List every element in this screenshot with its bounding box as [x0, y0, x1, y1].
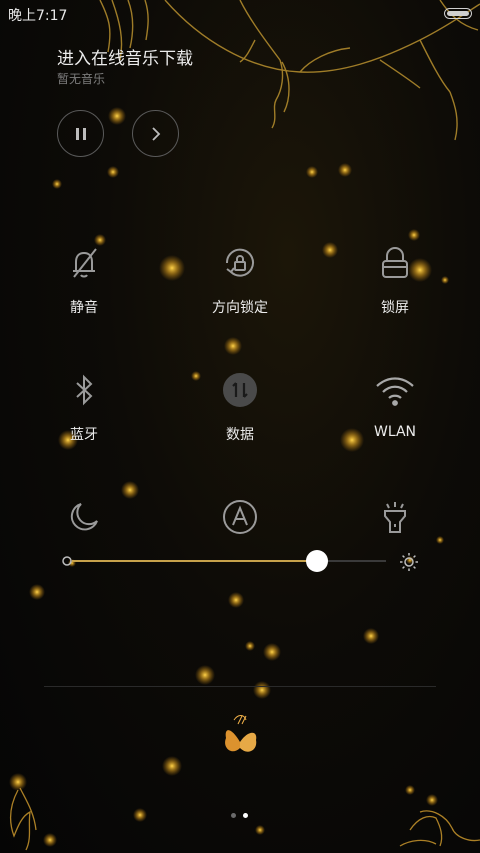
- next-icon: [148, 126, 164, 142]
- bluetooth-icon: [64, 370, 104, 410]
- page-indicator-dot-active: [243, 813, 248, 818]
- toggle-bluetooth[interactable]: 蓝牙: [24, 370, 144, 460]
- toggle-label: 锁屏: [381, 300, 409, 316]
- brightness-high-icon: [399, 552, 419, 572]
- wifi-icon: [375, 370, 415, 410]
- music-title[interactable]: 进入在线音乐下载: [57, 44, 193, 69]
- toggle-mute[interactable]: 静音: [24, 243, 144, 333]
- toggle-lock-screen[interactable]: 锁屏: [335, 243, 455, 333]
- toggle-rotation-lock[interactable]: 方向锁定: [180, 243, 300, 333]
- pause-icon: [73, 126, 89, 142]
- toggle-label: 数据: [226, 427, 254, 443]
- toggle-auto-brightness[interactable]: [180, 497, 300, 587]
- toggle-label: 方向锁定: [212, 300, 268, 316]
- toggle-label: 蓝牙: [70, 427, 98, 443]
- status-time: 晚上7:17: [8, 8, 68, 24]
- notification-shade: 晚上7:17 进入在线音乐下载 暂无音乐 静音 方向锁定 锁屏 蓝牙 数据 WL…: [0, 0, 480, 853]
- battery-icon: [444, 8, 472, 19]
- brightness-slider-thumb[interactable]: [306, 550, 328, 572]
- toggle-label: WLAN: [373, 424, 416, 440]
- bell-off-icon: [64, 243, 104, 283]
- mobile-data-icon: [220, 370, 260, 410]
- moon-icon: [64, 497, 104, 537]
- toggle-wlan[interactable]: WLAN: [335, 370, 455, 460]
- shade-divider: [44, 686, 436, 687]
- brightness-slider-fill: [72, 560, 317, 562]
- lock-icon: [375, 243, 415, 283]
- page-indicator-dot: [231, 813, 236, 818]
- toggle-do-not-disturb[interactable]: [24, 497, 144, 587]
- toggle-label: 静音: [70, 300, 98, 316]
- butterfly-decoration: [225, 715, 257, 752]
- brightness-low-icon: [62, 556, 72, 566]
- next-button[interactable]: [132, 110, 179, 157]
- brightness-slider-track[interactable]: [72, 560, 386, 562]
- pause-button[interactable]: [57, 110, 104, 157]
- auto-brightness-icon: [220, 497, 260, 537]
- music-subtitle: 暂无音乐: [57, 72, 106, 86]
- toggle-mobile-data[interactable]: 数据: [180, 370, 300, 460]
- flashlight-icon: [375, 497, 415, 537]
- toggle-flashlight[interactable]: [335, 497, 455, 587]
- rotation-lock-icon: [220, 243, 260, 283]
- lotus-decoration: [9, 787, 480, 851]
